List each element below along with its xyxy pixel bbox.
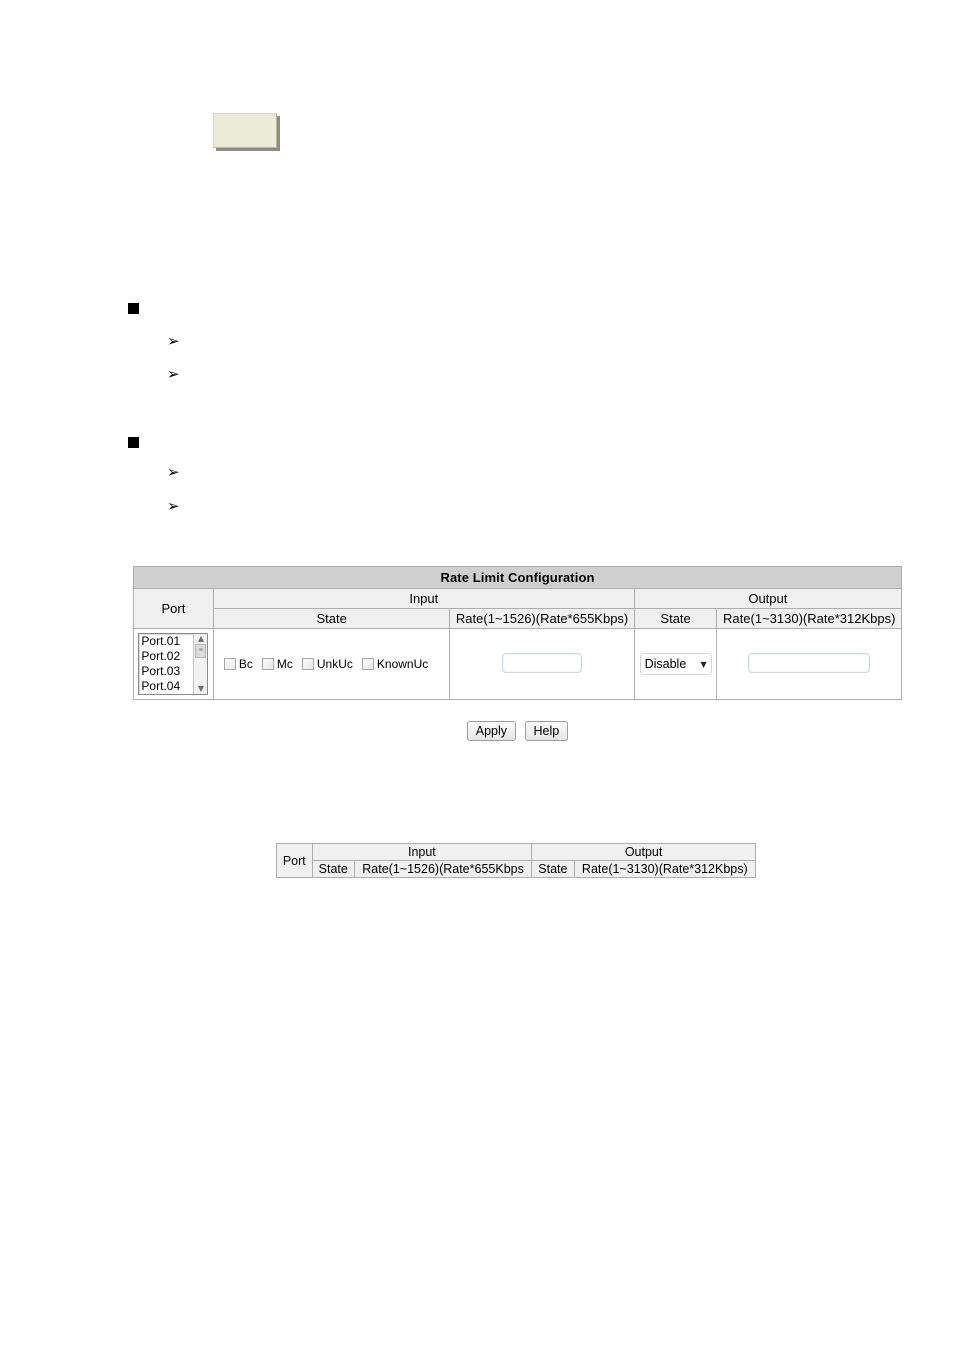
header-output-rate: Rate(1~3130)(Rate*312Kbps) — [716, 608, 902, 629]
scrollbar-thumb[interactable]: ≡ — [195, 644, 207, 658]
table-title-row: Rate Limit Configuration — [133, 566, 902, 589]
header-sub-row: State Rate(1~1526)(Rate*655Kbps) State R… — [134, 608, 902, 629]
header-input-group: Input — [212, 588, 635, 609]
checkbox-label-bc: Bc — [238, 657, 253, 671]
checkbox-label-knownuc: KnownUc — [376, 657, 429, 671]
legend-sub-row: State Rate(1~1526)(Rate*655Kbps State Ra… — [277, 860, 757, 878]
chevron-down-icon[interactable]: ▼ — [700, 660, 706, 669]
port-select-listbox[interactable]: Port.01 Port.02 Port.03 Port.04 ▲ ≡ ▼ — [138, 633, 209, 695]
checkbox-unkuc[interactable]: UnkUc — [301, 657, 353, 671]
header-output-state: State — [633, 608, 718, 629]
input-rate-cell — [449, 628, 635, 700]
port-listbox-cell: Port.01 Port.02 Port.03 Port.04 ▲ ≡ ▼ — [133, 628, 214, 700]
checkbox-icon-mc[interactable] — [261, 658, 274, 670]
checkbox-label-mc: Mc — [276, 657, 293, 671]
port-option-1[interactable]: Port.01 — [141, 634, 193, 649]
legend-header-input-group: Input — [311, 843, 533, 861]
header-input-rate: Rate(1~1526)(Rate*655Kbps) — [449, 608, 635, 629]
port-option-4[interactable]: Port.04 — [141, 679, 193, 694]
checkbox-icon-knownuc[interactable] — [361, 658, 374, 670]
legend-header-output-rate: Rate(1~3130)(Rate*312Kbps) — [573, 860, 757, 878]
square-bullet-2 — [128, 437, 139, 448]
form-button-bar: Apply Help — [133, 721, 902, 741]
port-option-list[interactable]: Port.01 Port.02 Port.03 Port.04 — [139, 634, 193, 694]
checkbox-mc[interactable]: Mc — [261, 657, 293, 671]
header-input-state: State — [212, 608, 451, 629]
header-port: Port — [133, 588, 214, 629]
input-rate-field[interactable] — [502, 652, 583, 673]
output-state-selected-value: Disable — [644, 657, 687, 671]
port-listbox-scrollbar[interactable]: ▲ ≡ ▼ — [193, 634, 208, 694]
arrow-bullet-3: ➢ — [167, 463, 180, 481]
checkbox-bc[interactable]: Bc — [223, 657, 253, 671]
header-output-group: Output — [633, 588, 903, 609]
checkbox-knownuc[interactable]: KnownUc — [361, 657, 429, 671]
legend-header-input-state: State — [311, 860, 355, 878]
legend-header-output-group: Output — [531, 843, 756, 861]
input-state-checkbox-group: Bc Mc UnkUc KnownUc — [218, 657, 446, 671]
help-button[interactable]: Help — [524, 721, 569, 741]
arrow-bullet-4: ➢ — [167, 497, 180, 515]
header-group-row: Port Input Output — [133, 588, 903, 629]
output-state-cell: Disable ▼ — [633, 628, 718, 700]
page-title: Rate Limit Configuration — [133, 566, 902, 589]
rate-limit-configuration-table: Rate Limit Configuration Port Input Outp… — [133, 566, 903, 700]
output-rate-cell — [716, 628, 902, 700]
legend-header-output-state: State — [531, 860, 575, 878]
arrow-bullet-1: ➢ — [167, 332, 180, 350]
legend-header-port: Port — [276, 843, 313, 878]
checkbox-icon-bc[interactable] — [223, 658, 236, 670]
apply-button[interactable]: Apply — [466, 721, 517, 741]
port-option-3[interactable]: Port.03 — [141, 664, 193, 679]
table-row: Port.01 Port.02 Port.03 Port.04 ▲ ≡ ▼ Bc — [133, 628, 902, 700]
top-blank-button[interactable] — [213, 113, 277, 148]
port-option-2[interactable]: Port.02 — [141, 649, 193, 664]
scroll-down-icon[interactable]: ▼ — [198, 684, 204, 694]
legend-header-input-rate: Rate(1~1526)(Rate*655Kbps — [353, 860, 533, 878]
scroll-up-icon[interactable]: ▲ — [198, 634, 204, 644]
arrow-bullet-2: ➢ — [167, 365, 180, 383]
output-state-select[interactable]: Disable ▼ — [639, 653, 712, 675]
legend-group-row: Port Input Output — [276, 843, 756, 878]
square-bullet-1 — [128, 303, 139, 314]
input-state-cell: Bc Mc UnkUc KnownUc — [212, 628, 451, 700]
output-rate-field[interactable] — [748, 652, 871, 673]
rate-limit-legend-table: Port Input Output State Rate(1~1526)(Rat… — [276, 843, 757, 878]
checkbox-label-unkuc: UnkUc — [316, 657, 353, 671]
checkbox-icon-unkuc[interactable] — [301, 658, 314, 670]
